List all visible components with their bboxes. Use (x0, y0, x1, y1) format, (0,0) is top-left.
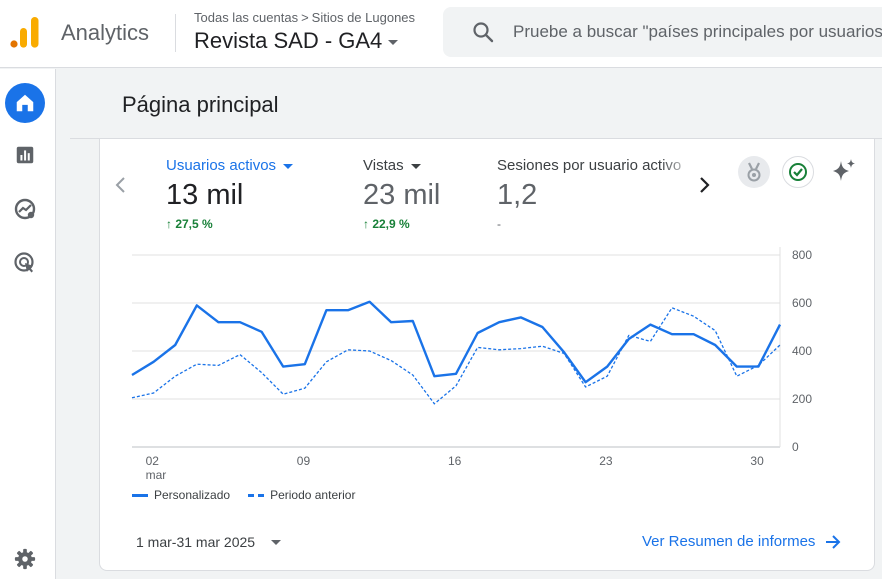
caret-down-icon (283, 164, 294, 169)
metric-change: ↑ 22,9 % (363, 217, 410, 231)
top-app-bar: Analytics Todas las cuentas > Sitios de Lu… (0, 0, 882, 68)
advertising-icon (14, 252, 34, 273)
legend-label: Personalizado (154, 488, 231, 502)
metrics-overflow-fade (660, 149, 696, 239)
left-nav (0, 69, 56, 579)
x-tick-sublabel: mar (146, 468, 167, 479)
x-tick-label: 09 (297, 454, 311, 468)
chevron-left-icon (115, 177, 125, 193)
metric-sessions-per-user[interactable]: Sesiones por usuario activo 1,2 - (497, 157, 687, 231)
gear-icon (14, 548, 36, 570)
medal-icon (747, 162, 761, 182)
metric-views[interactable]: Vistas 23 mil ↑ 22,9 % (363, 157, 440, 231)
nav-admin-button[interactable] (5, 539, 45, 579)
data-quality-button[interactable] (782, 156, 814, 188)
app-name: Analytics (61, 20, 150, 45)
nav-explore-button[interactable] (5, 189, 45, 229)
metric-label: Usuarios activos (166, 157, 277, 174)
y-tick-label: 200 (792, 392, 812, 406)
previous-metrics-button[interactable] (114, 175, 128, 201)
metric-active-users[interactable]: Usuarios activos 13 mil ↑ 27,5 % (166, 157, 294, 231)
x-tick-label: 23 (599, 454, 613, 468)
caret-down-icon (388, 40, 399, 45)
search-icon (473, 22, 494, 43)
legend-item[interactable]: Periodo anterior (248, 488, 355, 502)
property-name: Revista SAD - GA4 (194, 28, 383, 53)
x-tick-label: 16 (448, 454, 462, 468)
y-tick-label: 600 (792, 296, 812, 310)
metric-change: - (497, 217, 501, 231)
metric-value: 13 mil (166, 179, 244, 211)
ai-insights-button[interactable] (830, 157, 858, 190)
metric-selector[interactable]: Usuarios activos (166, 157, 294, 174)
caret-down-icon (271, 539, 282, 545)
insights-badge-button[interactable] (738, 156, 770, 188)
overview-card: Usuarios activos 13 mil ↑ 27,5 % Vistas … (99, 139, 875, 571)
explore-icon (14, 198, 36, 220)
nav-reports-button[interactable] (5, 135, 45, 175)
nav-advertising-button[interactable] (5, 243, 45, 283)
date-range-selector[interactable]: 1 mar-31 mar 2025 (136, 534, 282, 550)
search-input[interactable] (513, 7, 882, 57)
series-line-current (131, 300, 782, 384)
breadcrumb[interactable]: Todas las cuentas > Sitios de Lugones (194, 10, 415, 25)
home-icon (16, 94, 34, 112)
breadcrumb-account[interactable]: Todas las cuentas (194, 10, 298, 25)
analytics-logo-icon[interactable] (10, 16, 40, 48)
y-tick-label: 800 (792, 248, 812, 262)
breadcrumb-separator: > (301, 10, 309, 25)
search-bar[interactable] (443, 7, 882, 57)
arrow-right-icon (826, 534, 841, 549)
metric-change: ↑ 27,5 % (166, 217, 213, 231)
sparkle-icon (833, 159, 855, 181)
legend-item[interactable]: Personalizado (132, 488, 230, 502)
legend-dashed-swatch (248, 493, 265, 497)
reports-icon (16, 146, 34, 164)
users-line-chart: 0 200 400 600 800 02mar 09 16 23 30 (131, 247, 812, 479)
legend-solid-swatch (132, 493, 148, 497)
header-divider (175, 14, 176, 52)
chevron-right-icon (700, 177, 710, 193)
metric-value: 1,2 (497, 179, 538, 211)
metric-label: Vistas (363, 157, 404, 174)
property-selector[interactable]: Revista SAD - GA4 (194, 28, 399, 54)
metric-value: 23 mil (363, 179, 441, 211)
chart-legend: Personalizado Periodo anterior (132, 488, 373, 502)
x-tick-label: 02 (146, 454, 160, 468)
date-range-label: 1 mar-31 mar 2025 (136, 534, 256, 550)
check-circle-icon (789, 163, 807, 181)
y-tick-label: 0 (792, 440, 799, 454)
next-metrics-button[interactable] (697, 174, 713, 201)
metric-label: Sesiones por usuario activo (497, 157, 682, 174)
nav-home-button[interactable] (5, 83, 45, 123)
metric-selector[interactable]: Vistas (363, 157, 440, 174)
report-link-label: Ver Resumen de informes (642, 533, 816, 550)
breadcrumb-property-group[interactable]: Sitios de Lugones (312, 10, 415, 25)
view-reports-link[interactable]: Ver Resumen de informes (642, 533, 841, 550)
legend-label: Periodo anterior (270, 488, 356, 502)
x-tick-label: 30 (750, 454, 764, 468)
page-title: Página principal (122, 92, 279, 117)
caret-down-icon (410, 164, 421, 169)
y-tick-label: 400 (792, 344, 812, 358)
